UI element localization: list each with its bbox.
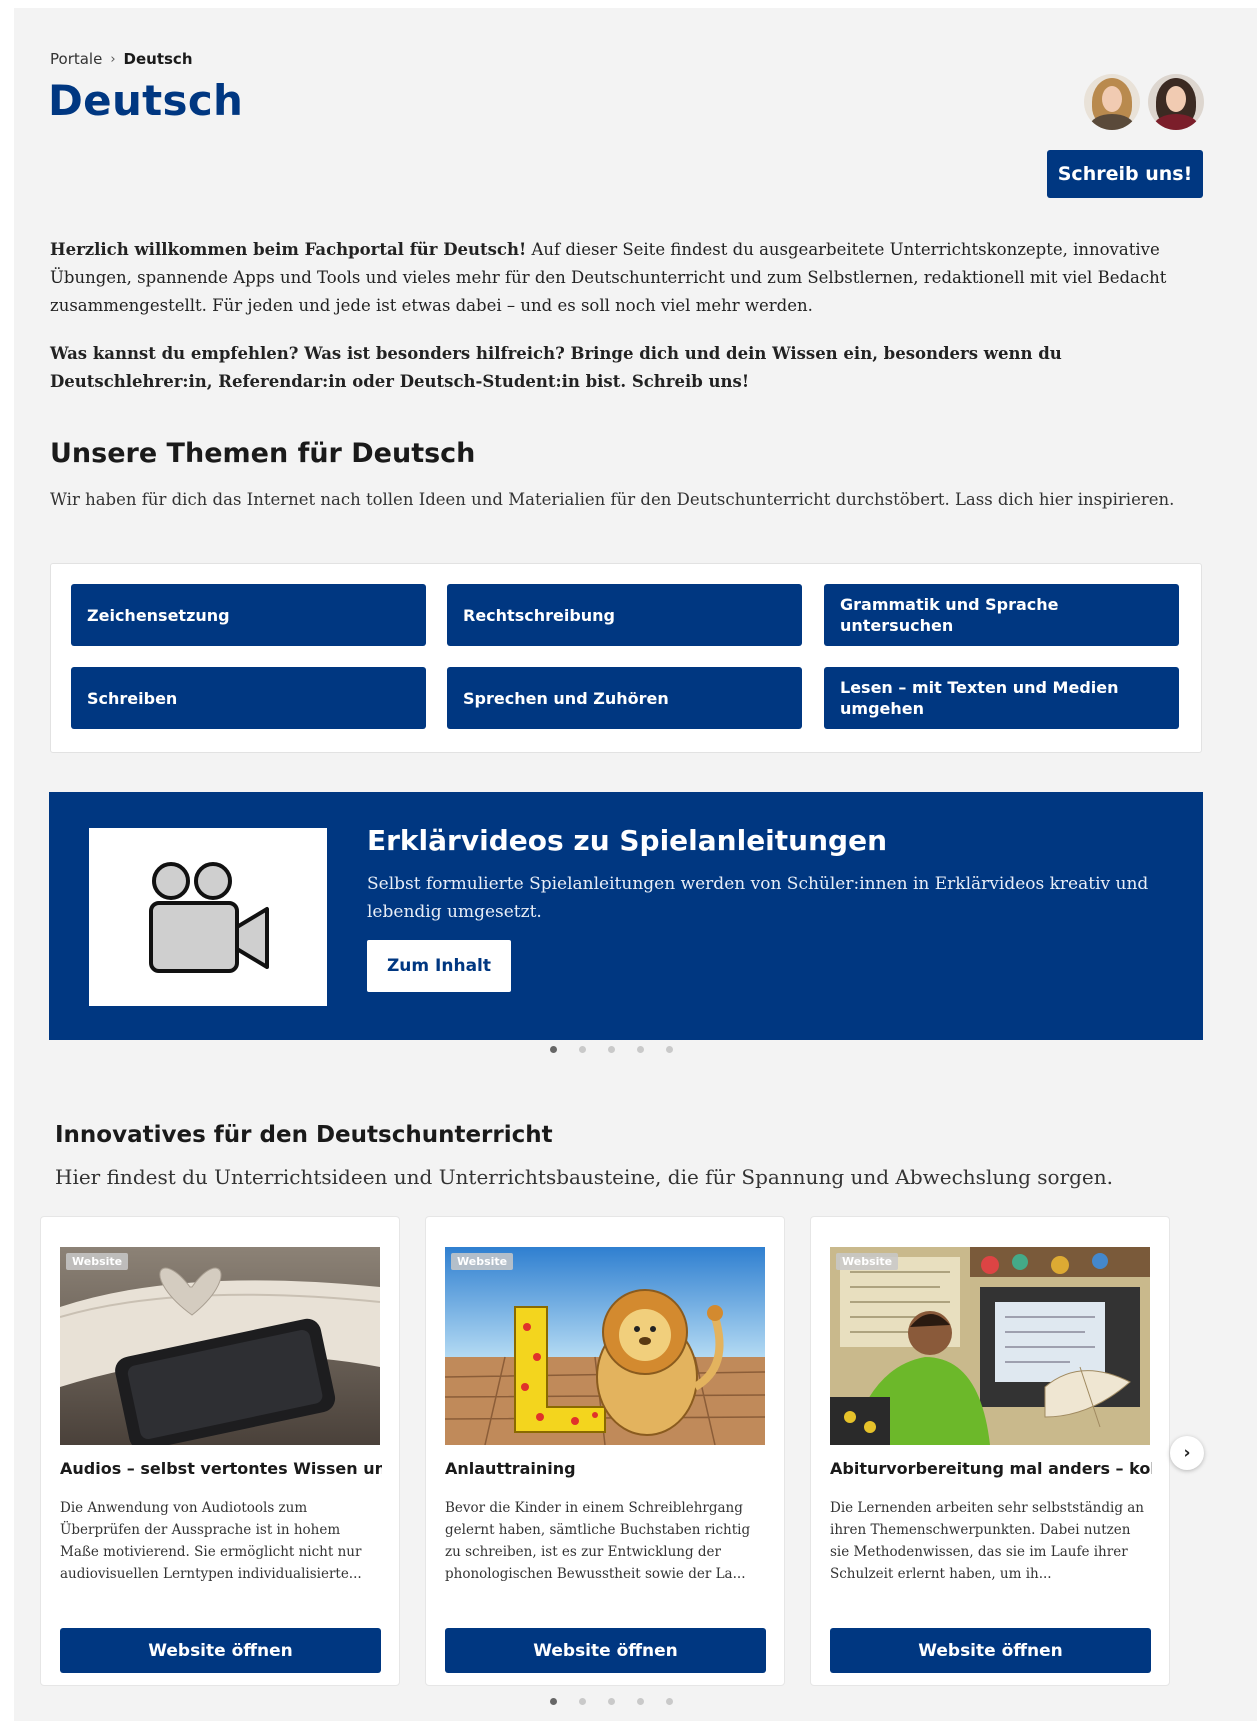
intro-paragraph: Was kannst du empfehlen? Was ist besonde… bbox=[50, 340, 1200, 396]
topic-zeichensetzung[interactable]: Zeichensetzung bbox=[71, 584, 426, 646]
open-website-button[interactable]: Website öffnen bbox=[445, 1628, 766, 1673]
open-website-button[interactable]: Website öffnen bbox=[830, 1628, 1151, 1673]
resource-card[interactable]: Website Abiturvorbereitung mal anders – … bbox=[810, 1216, 1170, 1686]
intro-call-to-action: Was kannst du empfehlen? Was ist besonde… bbox=[50, 344, 1062, 391]
carousel-dot[interactable] bbox=[666, 1698, 673, 1705]
carousel-dot[interactable] bbox=[550, 1046, 557, 1053]
book-phone-image bbox=[60, 1247, 380, 1445]
carousel-dot[interactable] bbox=[579, 1698, 586, 1705]
resource-card[interactable]: Website Anlauttraining Bevor die Kinder … bbox=[425, 1216, 785, 1686]
chevron-right-icon: › bbox=[110, 51, 116, 67]
featured-carousel: Erklärvideos zu Spielanleitungen Selbst … bbox=[49, 792, 1203, 1040]
avatar[interactable] bbox=[1148, 74, 1204, 130]
innovatives-lead: Hier findest du Unterrichtsideen und Unt… bbox=[55, 1165, 1114, 1189]
carousel-dot[interactable] bbox=[637, 1698, 644, 1705]
cards-carousel-dots bbox=[550, 1698, 673, 1705]
intro-text: Herzlich willkommen beim Fachportal für … bbox=[50, 236, 1200, 416]
carousel-dot[interactable] bbox=[637, 1046, 644, 1053]
innovatives-title: Innovatives für den Deutschunterricht bbox=[55, 1122, 553, 1148]
student-studying-image bbox=[830, 1247, 1150, 1445]
card-image: Website bbox=[445, 1247, 765, 1445]
featured-description: Selbst formulierte Spielanleitungen werd… bbox=[367, 874, 1149, 922]
topics-grid: Zeichensetzung Rechtschreibung Grammatik… bbox=[50, 563, 1202, 753]
editor-avatars bbox=[1084, 74, 1204, 130]
featured-carousel-dots bbox=[550, 1046, 673, 1053]
topics-lead: Wir haben für dich das Internet nach tol… bbox=[50, 490, 1175, 509]
contact-button[interactable]: Schreib uns! bbox=[1047, 150, 1203, 198]
topic-sprechen-zuhoeren[interactable]: Sprechen und Zuhören bbox=[447, 667, 802, 729]
card-image: Website bbox=[60, 1247, 380, 1445]
card-title[interactable]: Anlauttraining bbox=[445, 1459, 767, 1478]
card-description: Die Anwendung von Audiotools zum Überprü… bbox=[60, 1500, 362, 1582]
open-website-button[interactable]: Website öffnen bbox=[60, 1628, 381, 1673]
breadcrumb-current: Deutsch bbox=[123, 50, 193, 68]
type-badge: Website bbox=[66, 1253, 129, 1270]
carousel-dot[interactable] bbox=[608, 1046, 615, 1053]
lion-letter-image bbox=[445, 1247, 765, 1445]
intro-paragraph: Herzlich willkommen beim Fachportal für … bbox=[50, 236, 1200, 320]
video-camera-icon bbox=[149, 862, 269, 973]
breadcrumb-link-portale[interactable]: Portale bbox=[50, 50, 102, 68]
card-description: Die Lernenden arbeiten sehr selbstständi… bbox=[830, 1500, 1144, 1582]
type-badge: Website bbox=[451, 1253, 514, 1270]
card-title[interactable]: Audios – selbst vertontes Wissen un... bbox=[60, 1459, 382, 1478]
card-description: Bevor die Kinder in einem Schreiblehrgan… bbox=[445, 1500, 751, 1582]
topics-title: Unsere Themen für Deutsch bbox=[50, 438, 476, 469]
featured-image bbox=[89, 828, 327, 1006]
intro-welcome: Herzlich willkommen beim Fachportal für … bbox=[50, 240, 527, 259]
carousel-dot[interactable] bbox=[666, 1046, 673, 1053]
carousel-dot[interactable] bbox=[579, 1046, 586, 1053]
carousel-dot[interactable] bbox=[550, 1698, 557, 1705]
breadcrumb: Portale › Deutsch bbox=[50, 50, 193, 68]
to-content-button[interactable]: Zum Inhalt bbox=[367, 940, 511, 992]
resource-card[interactable]: Website Audios – selbst vertontes Wissen… bbox=[40, 1216, 400, 1686]
type-badge: Website bbox=[836, 1253, 899, 1270]
avatar[interactable] bbox=[1084, 74, 1140, 130]
page-title: Deutsch bbox=[48, 76, 244, 125]
topic-lesen[interactable]: Lesen – mit Texten und Medien umgehen bbox=[824, 667, 1179, 729]
featured-title: Erklärvideos zu Spielanleitungen bbox=[367, 824, 887, 857]
carousel-dot[interactable] bbox=[608, 1698, 615, 1705]
topic-grammatik[interactable]: Grammatik und Sprache untersuchen bbox=[824, 584, 1179, 646]
topic-rechtschreibung[interactable]: Rechtschreibung bbox=[447, 584, 802, 646]
carousel-next-button[interactable]: › bbox=[1170, 1436, 1204, 1470]
card-title[interactable]: Abiturvorbereitung mal anders – kol... bbox=[830, 1459, 1152, 1478]
page: Portale › Deutsch Deutsch Schreib uns! H… bbox=[14, 8, 1257, 1721]
card-image: Website bbox=[830, 1247, 1150, 1445]
topic-schreiben[interactable]: Schreiben bbox=[71, 667, 426, 729]
